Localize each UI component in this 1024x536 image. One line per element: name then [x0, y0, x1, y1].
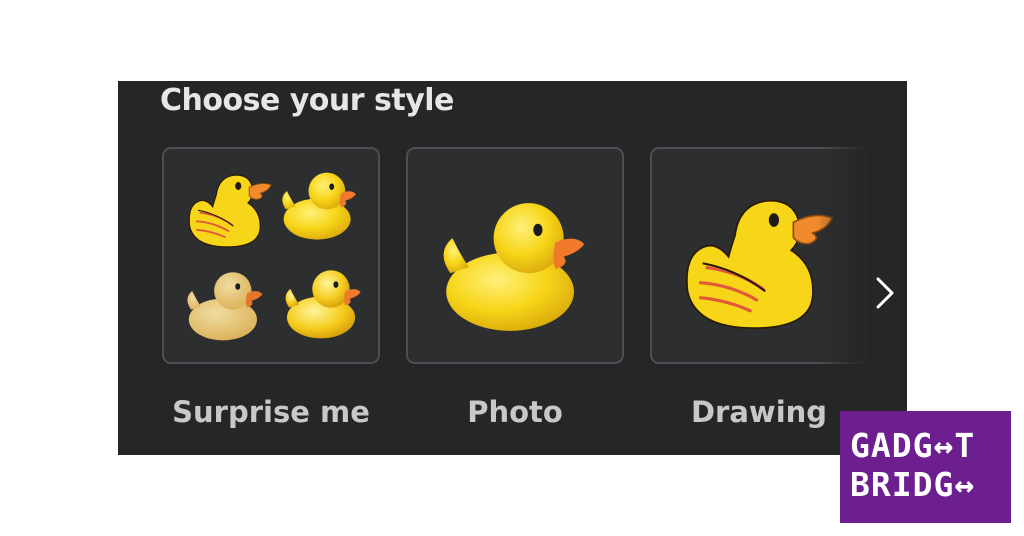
- chevron-right-icon: [876, 277, 894, 309]
- style-card-drawing[interactable]: [650, 147, 868, 364]
- style-label-surprise-me: Surprise me: [172, 395, 370, 429]
- next-button[interactable]: [866, 271, 902, 315]
- duck-drawing-icon: [685, 199, 834, 330]
- panel-title: Choose your style: [160, 83, 454, 118]
- style-card-photo[interactable]: [406, 147, 624, 364]
- logo-line-2: BRIDG↔: [850, 465, 976, 504]
- style-label-drawing: Drawing: [690, 395, 828, 429]
- style-card-surprise-me[interactable]: [162, 147, 380, 364]
- duck-collage-icon: [187, 172, 361, 341]
- logo-line-1: GADG↔T: [850, 426, 976, 465]
- style-label-photo: Photo: [467, 395, 563, 429]
- gadget-bridge-logo: GADG↔T BRIDG↔: [840, 411, 1011, 523]
- choose-style-panel: Choose your style Surprise me Photo Draw…: [118, 81, 907, 455]
- duck-photo-icon: [443, 203, 585, 331]
